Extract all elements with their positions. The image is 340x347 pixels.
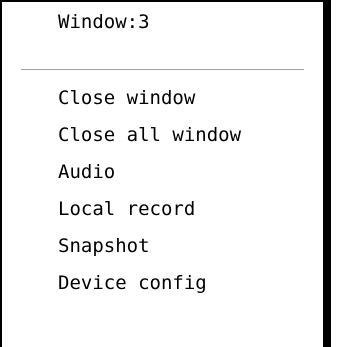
menu-item-snapshot[interactable]: Snapshot (2, 228, 323, 265)
menu-item-close-all-window[interactable]: Close all window (2, 117, 323, 154)
context-menu: Window:3 Close window Close all window A… (0, 0, 331, 347)
menu-item-device-config[interactable]: Device config (2, 265, 323, 302)
menu-item-close-window[interactable]: Close window (2, 80, 323, 117)
menu-item-list: Close window Close all window Audio Loca… (2, 70, 323, 302)
menu-item-audio[interactable]: Audio (2, 154, 323, 191)
menu-item-local-record[interactable]: Local record (2, 191, 323, 228)
menu-header-window-label: Window:3 (58, 11, 150, 33)
